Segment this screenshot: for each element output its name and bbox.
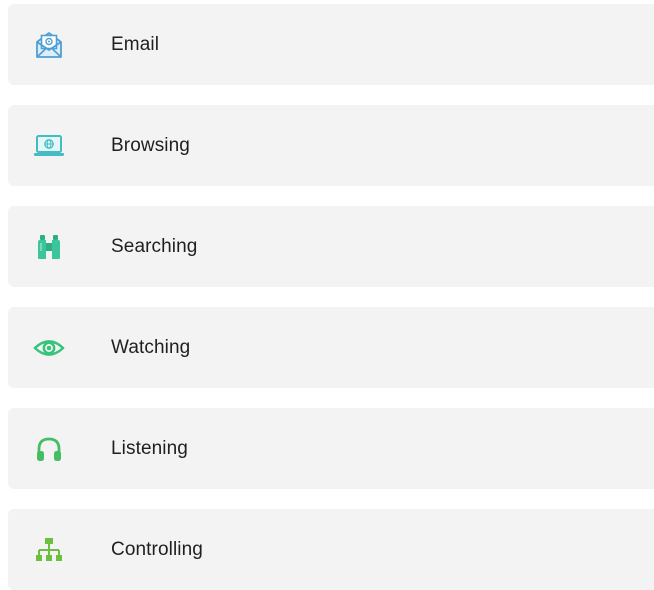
list-item-label: Listening [111,437,188,459]
list-item-controlling[interactable]: Controlling [8,509,654,590]
list-item-label: Email [111,33,160,55]
email-envelope-icon [33,29,65,61]
list-item-listening[interactable]: Listening [8,408,654,489]
list-item-label: Controlling [111,538,203,560]
list-item-searching[interactable]: Searching [8,206,654,287]
activity-list: Email Browsing Searching Watching Listen… [8,4,654,590]
list-item-browsing[interactable]: Browsing [8,105,654,186]
eye-icon [33,332,65,364]
headphones-icon [33,433,65,465]
list-item-email[interactable]: Email [8,4,654,85]
list-item-label: Watching [111,336,191,358]
list-item-watching[interactable]: Watching [8,307,654,388]
network-hierarchy-icon [33,534,65,566]
list-item-label: Searching [111,235,198,257]
list-item-label: Browsing [111,134,190,156]
laptop-globe-icon [33,130,65,162]
binoculars-icon [33,231,65,263]
